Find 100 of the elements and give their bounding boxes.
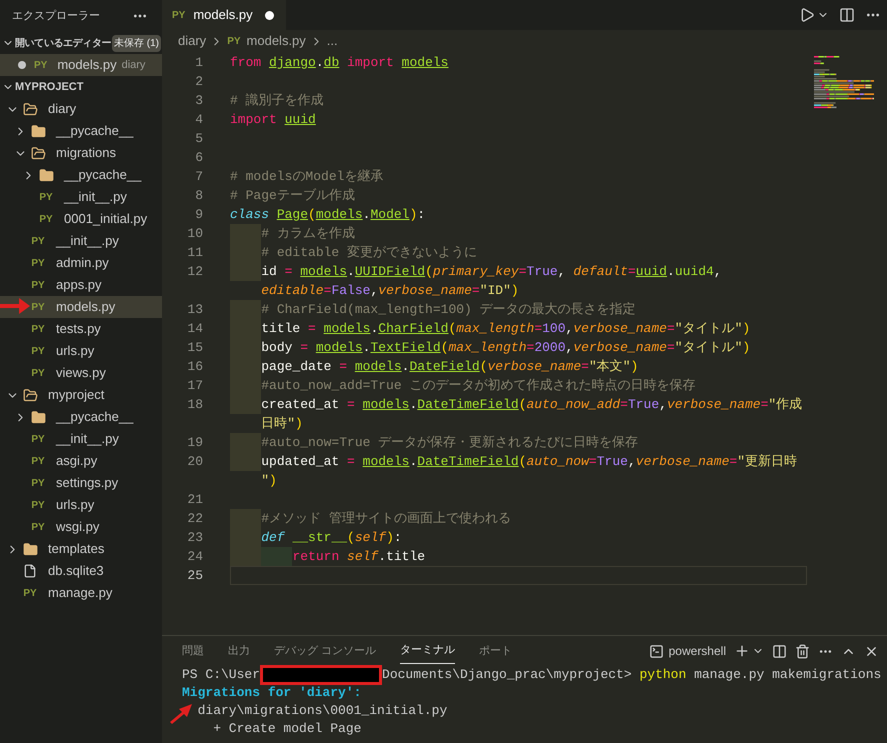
file-type-label: PY (31, 300, 45, 314)
tree-item[interactable]: PY admin.py (0, 252, 162, 274)
code-token: from (230, 55, 262, 70)
line-number: 21 (187, 492, 203, 507)
line-number: 6 (195, 150, 203, 165)
code-token: # 識別子を作成 (230, 93, 324, 108)
panel-tab[interactable]: デバッグ コンソール (274, 638, 376, 664)
code-token: . (316, 55, 324, 70)
line-number: 9 (195, 207, 203, 222)
code-token: class (230, 207, 270, 222)
tree-item[interactable]: PY settings.py (0, 472, 162, 494)
tree-item[interactable]: PY __init__.py (0, 428, 162, 450)
code-token: #auto_now_add=True このデータが初めて作成された時点の日時を保存 (261, 378, 696, 393)
tree-item[interactable]: PY 0001_initial.py (0, 208, 162, 230)
code-token: verbose_name (488, 359, 582, 374)
tree-item[interactable]: __pycache__ (0, 406, 162, 428)
code-token: models (316, 207, 363, 222)
tree-item[interactable]: PY urls.py (0, 340, 162, 362)
code-token: 100 (542, 321, 566, 336)
code-token: = (581, 359, 589, 374)
open-editor-item[interactable]: PY models.py diary (0, 54, 162, 76)
code-token: ( (518, 397, 526, 412)
tree-item[interactable]: diary (0, 98, 162, 120)
shell-name[interactable]: powershell (668, 642, 726, 660)
tree-item[interactable]: PY wsgi.py (0, 516, 162, 538)
code-token: = (324, 283, 332, 298)
code-token: verbose_name (666, 397, 761, 412)
code-token: . (362, 340, 370, 355)
code-token: DateTimeField (417, 454, 519, 469)
panel-tab[interactable]: 出力 (228, 638, 250, 664)
code-token: "更新日時 (737, 454, 798, 469)
code-token: = (299, 340, 310, 355)
code-token: self (347, 549, 378, 564)
unsaved-badge: 未保存 (1) (112, 34, 161, 52)
code-token: "ID" (480, 283, 511, 298)
tree-item[interactable]: PY __init__.py (0, 230, 162, 252)
file-type-label: PY (172, 8, 186, 22)
file-type-label: PY (31, 454, 45, 468)
line-number: 20 (187, 454, 203, 469)
breadcrumb-item[interactable]: ... (326, 31, 338, 51)
code-token: uuid (284, 112, 316, 127)
tree-item[interactable]: PY urls.py (0, 494, 162, 516)
code-token: return (292, 549, 340, 564)
section-header[interactable]: 開いているエディター 未保存 (1) (0, 32, 162, 54)
panel-tab[interactable]: ターミナル (400, 638, 456, 664)
file-type-label: PY (31, 476, 45, 490)
code-token: 日時" (261, 416, 296, 431)
panel-tab[interactable]: 問題 (182, 638, 204, 664)
code-token: auto_now_add (526, 397, 620, 412)
section-header[interactable]: MYPROJECT (0, 76, 162, 98)
code-token: = (307, 321, 317, 336)
code-token: ) (630, 359, 638, 374)
split-terminal-icon[interactable] (772, 644, 787, 658)
folder-icon (30, 124, 46, 138)
editor-tab[interactable]: PY models.py (162, 0, 286, 30)
section-title: 開いているエディター (15, 36, 112, 50)
code-token: "本文" (588, 359, 631, 374)
code-token: Page (276, 207, 308, 222)
tree-item[interactable]: db.sqlite3 (0, 560, 162, 582)
tree-item[interactable]: __pycache__ (0, 120, 162, 142)
tree-item[interactable]: PY models.py (0, 296, 162, 318)
code-token: ) (742, 340, 750, 355)
trash-icon[interactable] (795, 644, 810, 658)
line-number: 19 (187, 435, 203, 450)
line-number: 1 (195, 55, 203, 70)
code-token: , (628, 454, 636, 469)
tree-item[interactable]: __pycache__ (0, 164, 162, 186)
tree-item[interactable]: PY manage.py (0, 582, 162, 604)
code-token: verbose_name (378, 283, 472, 298)
tree-item[interactable]: myproject (0, 384, 162, 406)
code-token: , (370, 283, 378, 298)
line-number: 4 (195, 112, 203, 127)
tree-item[interactable]: PY asgi.py (0, 450, 162, 472)
panel-tab[interactable]: ポート (479, 638, 512, 664)
tree-item[interactable]: PY views.py (0, 362, 162, 384)
code-token: = (346, 397, 356, 412)
code-token: DateField (409, 359, 480, 374)
tree-item[interactable]: PY __init__.py (0, 186, 162, 208)
split-editor-icon[interactable] (839, 7, 855, 23)
code-token: = (526, 340, 534, 355)
tree-item[interactable]: PY tests.py (0, 318, 162, 340)
annotation-arrow (0, 297, 30, 315)
code-token: 2000 (534, 340, 566, 355)
tree-item[interactable]: templates (0, 538, 162, 560)
code-token: verbose_name (636, 454, 730, 469)
file-type-label: PY (31, 322, 45, 336)
breadcrumb-item[interactable]: models.py (246, 31, 306, 51)
run-icon[interactable] (799, 7, 815, 23)
add-icon[interactable] (734, 643, 750, 659)
line-number: 2 (195, 74, 203, 89)
code-token: . (409, 397, 418, 412)
tree-item[interactable]: PY apps.py (0, 274, 162, 296)
code-token: body (261, 340, 292, 355)
code-token: = (760, 397, 768, 412)
breadcrumb-item[interactable]: diary (178, 31, 206, 51)
code-token: models (402, 55, 448, 70)
code-token: , (566, 340, 574, 355)
tree-item[interactable]: migrations (0, 142, 162, 164)
code-token: "タイトル" (674, 321, 742, 336)
file-type-label: PY (31, 278, 45, 292)
